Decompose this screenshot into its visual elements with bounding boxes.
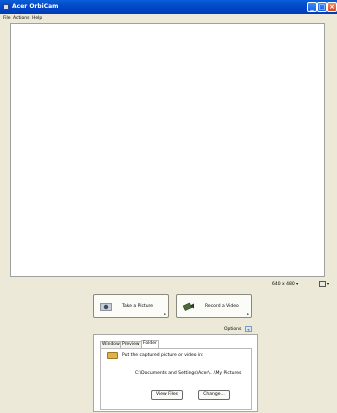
record-video-button[interactable]: Record a Video ▸ <box>176 294 252 318</box>
minimize-button[interactable]: _ <box>307 2 317 12</box>
menu-help[interactable]: Help <box>32 16 42 21</box>
window-title: Acer OrbiCam <box>12 3 59 10</box>
menu-actions[interactable]: Actions <box>13 16 29 21</box>
record-video-dropdown-icon: ▸ <box>247 312 249 316</box>
folder-prompt: Put the captured picture or video in: <box>122 353 204 358</box>
options-collapse-icon[interactable]: « <box>245 326 252 332</box>
folder-icon <box>107 352 118 359</box>
close-button[interactable]: × <box>327 2 337 12</box>
take-picture-label: Take a Picture <box>122 304 154 309</box>
record-video-label: Record a Video <box>205 304 239 309</box>
maximize-button[interactable]: □ <box>317 2 327 12</box>
folder-path: C:\Documents and Settings\Acer\...\My Pi… <box>135 371 242 376</box>
title-bar[interactable]: Acer OrbiCam _ □ × <box>0 0 337 14</box>
take-picture-button[interactable]: Take a Picture ▸ <box>93 294 169 318</box>
snapshot-settings-icon[interactable] <box>319 281 326 287</box>
resolution-dropdown-icon: ▾ <box>296 281 299 286</box>
options-label: Options <box>224 327 242 332</box>
folder-tab-page: Put the captured picture or video in: C:… <box>100 348 252 410</box>
camera-icon <box>100 303 112 311</box>
menu-file[interactable]: File <box>3 16 11 21</box>
options-panel: Window Preview Folder Put the captured p… <box>93 334 258 412</box>
snapshot-dropdown-icon[interactable]: ▾ <box>327 281 329 286</box>
app-icon <box>3 4 9 10</box>
video-camera-icon <box>183 302 194 311</box>
menu-bar: File Actions Help <box>0 14 337 23</box>
resolution-value: 640 x 480 <box>272 282 295 287</box>
view-files-button[interactable]: View Files <box>151 390 183 400</box>
camera-preview <box>10 23 325 277</box>
take-picture-dropdown-icon: ▸ <box>164 312 166 316</box>
change-folder-button[interactable]: Change... <box>198 390 230 400</box>
resolution-select[interactable]: 640 x 480 ▾ <box>272 281 298 287</box>
